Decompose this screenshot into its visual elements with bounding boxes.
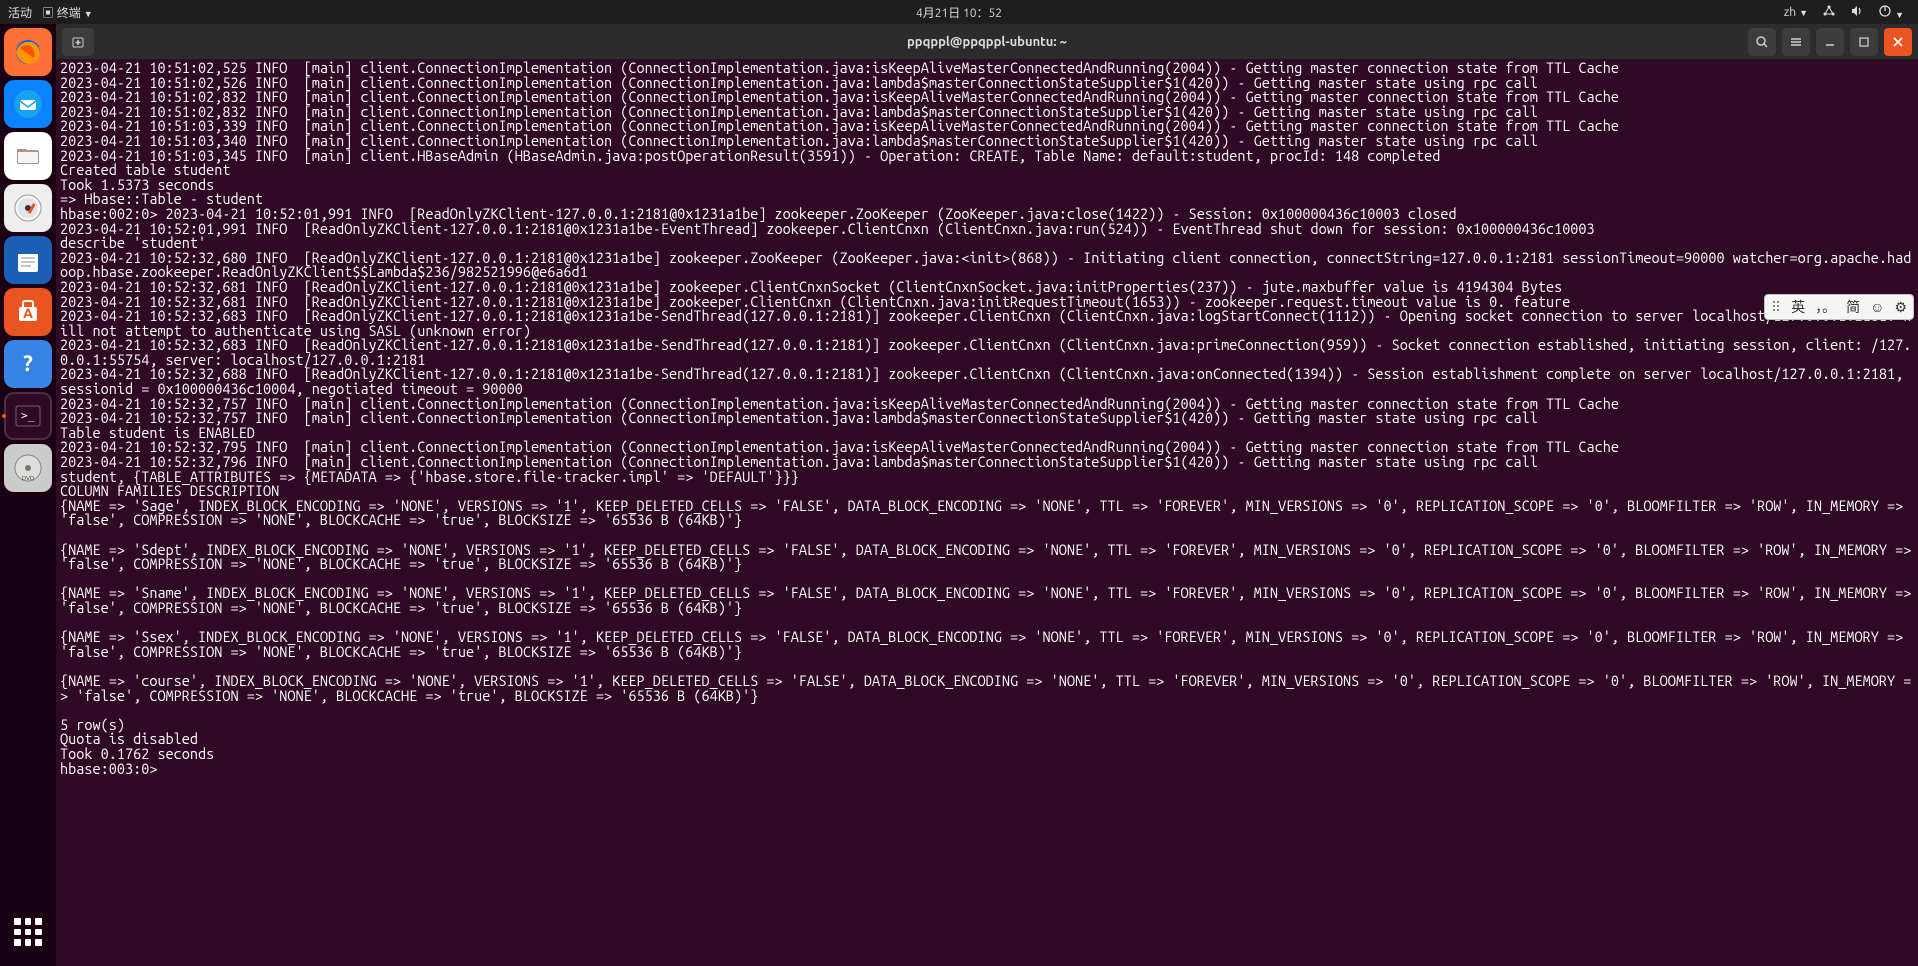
dock-writer[interactable]: [4, 236, 52, 284]
appmenu-terminal[interactable]: ▣ 终端▼: [42, 4, 93, 21]
search-button[interactable]: [1748, 28, 1776, 56]
svg-text:?: ?: [23, 351, 33, 376]
datetime-button[interactable]: 4月21日 10：52: [916, 4, 1002, 21]
ime-punctuation[interactable]: ，。: [1815, 297, 1836, 317]
close-button[interactable]: [1884, 28, 1912, 56]
menu-button[interactable]: [1782, 28, 1810, 56]
dock-firefox[interactable]: [4, 28, 52, 76]
dock-rhythmbox[interactable]: [4, 184, 52, 232]
dock-terminal[interactable]: >_: [4, 392, 52, 440]
ime-drag-handle[interactable]: ⠿: [1771, 299, 1781, 316]
maximize-button[interactable]: [1850, 28, 1878, 56]
ime-settings-icon[interactable]: ⚙: [1894, 299, 1907, 316]
chevron-down-icon: ▼: [1895, 10, 1904, 20]
dock: A ? >_ DVD: [0, 24, 56, 966]
new-tab-button[interactable]: [62, 28, 94, 56]
gnome-topbar: 活动 ▣ 终端▼ 4月21日 10：52 zh▼ ▼: [0, 0, 1918, 24]
chevron-down-icon: ▼: [84, 9, 93, 19]
titlebar: ppqppl@ppqppl-ubuntu: ~: [56, 24, 1918, 60]
activities-button[interactable]: 活动: [8, 4, 32, 21]
dock-thunderbird[interactable]: [4, 80, 52, 128]
power-icon[interactable]: ▼: [1878, 4, 1904, 21]
dock-help[interactable]: ?: [4, 340, 52, 388]
network-icon[interactable]: [1822, 4, 1836, 21]
terminal-window: ppqppl@ppqppl-ubuntu: ~ 2023-04-21 10:51…: [56, 24, 1918, 966]
svg-text:>_: >_: [21, 409, 35, 422]
dock-software[interactable]: A: [4, 288, 52, 336]
ime-panel[interactable]: ⠿ 英 ，。 简 ☺ ⚙: [1764, 294, 1914, 320]
svg-text:DVD: DVD: [22, 475, 34, 482]
minimize-button[interactable]: [1816, 28, 1844, 56]
dock-disk[interactable]: DVD: [4, 444, 52, 492]
terminal-output[interactable]: 2023-04-21 10:51:02,525 INFO [main] clie…: [56, 60, 1918, 966]
language-indicator[interactable]: zh▼: [1784, 6, 1808, 19]
language-label: zh: [1784, 6, 1796, 19]
window-title: ppqppl@ppqppl-ubuntu: ~: [907, 35, 1067, 49]
ime-mode[interactable]: 英: [1791, 297, 1805, 317]
svg-text:A: A: [23, 305, 33, 321]
dock-files[interactable]: [4, 132, 52, 180]
show-apps-button[interactable]: [4, 908, 52, 956]
volume-icon[interactable]: [1850, 4, 1864, 21]
appmenu-label: 终端: [57, 7, 81, 20]
ime-emoji[interactable]: ☺: [1870, 299, 1884, 315]
ime-fullwidth[interactable]: 简: [1846, 297, 1860, 317]
chevron-down-icon: ▼: [1799, 8, 1808, 18]
